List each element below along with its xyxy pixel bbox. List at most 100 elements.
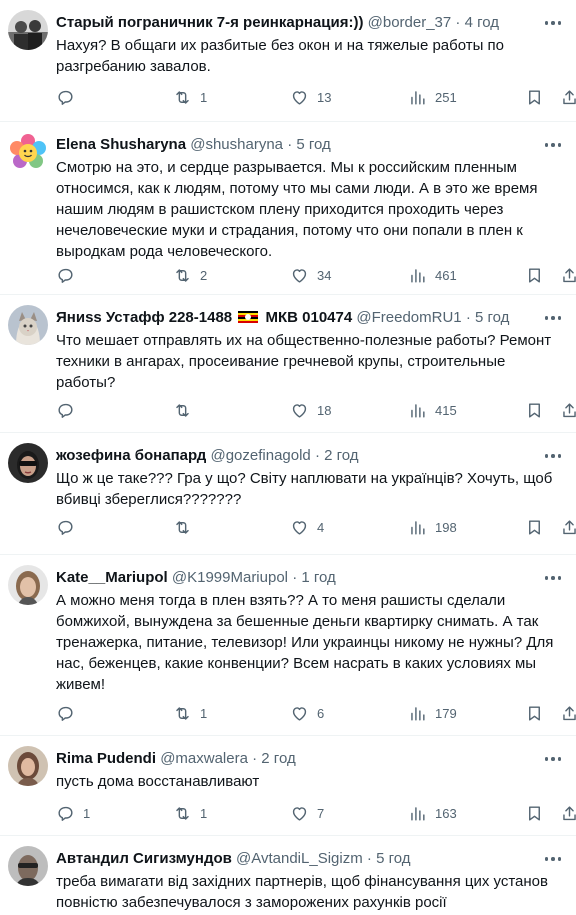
heart-icon [292,520,307,535]
retweet-button[interactable]: 1 [173,702,207,724]
avatar[interactable] [8,746,48,786]
retweet-button[interactable] [173,516,200,538]
timestamp[interactable]: 5 год [376,850,410,867]
tweet-header: Старый пограничник 7-я реинкарнация:)) @… [56,14,500,31]
like-button[interactable]: 34 [290,264,331,286]
views-icon [411,706,425,721]
timestamp[interactable]: 2 год [324,447,358,464]
tweet-header: Rima Pudendi @maxwalera · 2 год [56,750,296,767]
more-icon[interactable] [540,135,566,155]
share-button[interactable] [560,802,576,824]
reply-button[interactable] [56,86,83,108]
share-button[interactable] [560,264,576,286]
views-icon [411,90,425,105]
author-handle[interactable]: @shusharyna [190,136,283,153]
reply-button[interactable] [56,264,83,286]
views-button[interactable]: 198 [408,516,457,538]
retweet-icon [176,806,189,820]
views-button[interactable]: 251 [408,86,457,108]
tweet-text: Що ж це таке??? Гра у що? Світу наплюват… [56,470,553,508]
bookmark-icon [529,705,540,721]
avatar[interactable] [8,565,48,605]
tweet[interactable]: Автандил Сигизмундов @AvtandiL_Sigizm · … [0,836,576,915]
views-icon [411,403,425,418]
bookmark-button[interactable] [525,702,544,724]
tweet[interactable]: Rima Pudendi @maxwalera · 2 год пусть до… [0,736,576,836]
more-icon[interactable] [540,568,566,588]
tweet-text: Смотрю на это, и сердце разрывается. Мы … [56,159,538,260]
like-button[interactable]: 13 [290,86,331,108]
views-button[interactable]: 179 [408,702,457,724]
author-name[interactable]: Elena Shusharyna [56,136,186,153]
timestamp[interactable]: 2 год [261,750,295,767]
share-button[interactable] [560,516,576,538]
tweet-text: пусть дома восстанавливают [56,773,260,790]
timestamp[interactable]: 1 год [301,569,335,586]
tweet-text: Что мешает отправлять их на общественно-… [56,332,552,391]
author-name[interactable]: Rima Pudendi [56,750,156,767]
retweet-icon [176,520,189,534]
like-button[interactable]: 7 [290,802,324,824]
retweet-button[interactable] [173,399,200,421]
more-icon[interactable] [540,849,566,869]
heart-icon [292,90,307,105]
like-button[interactable]: 18 [290,399,331,421]
like-button[interactable]: 6 [290,702,324,724]
avatar[interactable] [8,132,48,172]
retweet-button[interactable]: 1 [173,86,207,108]
more-icon[interactable] [540,308,566,328]
author-handle[interactable]: @border_37 [368,14,452,31]
like-button[interactable]: 4 [290,516,324,538]
author-handle[interactable]: @gozefinagold [210,447,310,464]
tweet[interactable]: жозефина бонапард @gozefinagold · 2 год … [0,433,576,555]
more-icon[interactable] [540,446,566,466]
bookmark-icon [529,519,540,535]
author-name-suffix[interactable]: МКВ 010474 [265,309,352,326]
author-name[interactable]: Яниss Устафф 228-1488 [56,309,232,326]
timestamp[interactable]: 4 год [465,14,499,31]
more-icon[interactable] [540,13,566,33]
bookmark-icon [529,402,540,418]
share-button[interactable] [560,702,576,724]
heart-icon [292,268,307,283]
author-name[interactable]: Автандил Сигизмундов [56,850,232,867]
reply-icon [58,268,73,283]
retweet-button[interactable]: 1 [173,802,207,824]
retweet-button[interactable]: 2 [173,264,207,286]
author-handle[interactable]: @FreedomRU1 [356,309,461,326]
avatar[interactable] [8,10,48,50]
retweet-icon [176,706,189,720]
timestamp[interactable]: 5 год [475,309,509,326]
avatar[interactable] [8,443,48,483]
author-name[interactable]: Старый пограничник 7-я реинкарнация:)) [56,14,363,31]
avatar[interactable] [8,305,48,345]
tweet[interactable]: Elena Shusharyna @shusharyna · 5 год Смо… [0,122,576,295]
more-icon[interactable] [540,749,566,769]
tweet[interactable]: Старый пограничник 7-я реинкарнация:)) @… [0,0,576,122]
author-name[interactable]: Kate__Mariupol [56,569,168,586]
tweet[interactable]: Яниss Устафф 228-1488 МКВ 010474 @Freedo… [0,295,576,433]
reply-button[interactable] [56,702,83,724]
author-handle[interactable]: @K1999Mariupol [172,569,288,586]
author-handle[interactable]: @maxwalera [160,750,248,767]
reply-button[interactable]: 1 [56,802,90,824]
share-button[interactable] [560,86,576,108]
views-button[interactable]: 415 [408,399,457,421]
reply-button[interactable] [56,399,83,421]
tweet-actions: 1 1 7 163 [56,802,576,824]
bookmark-button[interactable] [525,399,544,421]
bookmark-button[interactable] [525,516,544,538]
bookmark-button[interactable] [525,264,544,286]
author-name[interactable]: жозефина бонапард [56,447,206,464]
views-button[interactable]: 163 [408,802,457,824]
reply-button[interactable] [56,516,83,538]
views-button[interactable]: 461 [408,264,457,286]
tweet-header: Elena Shusharyna @shusharyna · 5 год [56,136,331,153]
bookmark-button[interactable] [525,86,544,108]
timestamp[interactable]: 5 год [296,136,330,153]
share-button[interactable] [560,399,576,421]
avatar[interactable] [8,846,48,886]
bookmark-button[interactable] [525,802,544,824]
tweet[interactable]: Kate__Mariupol @K1999Mariupol · 1 год А … [0,555,576,736]
author-handle[interactable]: @AvtandiL_Sigizm [236,850,363,867]
